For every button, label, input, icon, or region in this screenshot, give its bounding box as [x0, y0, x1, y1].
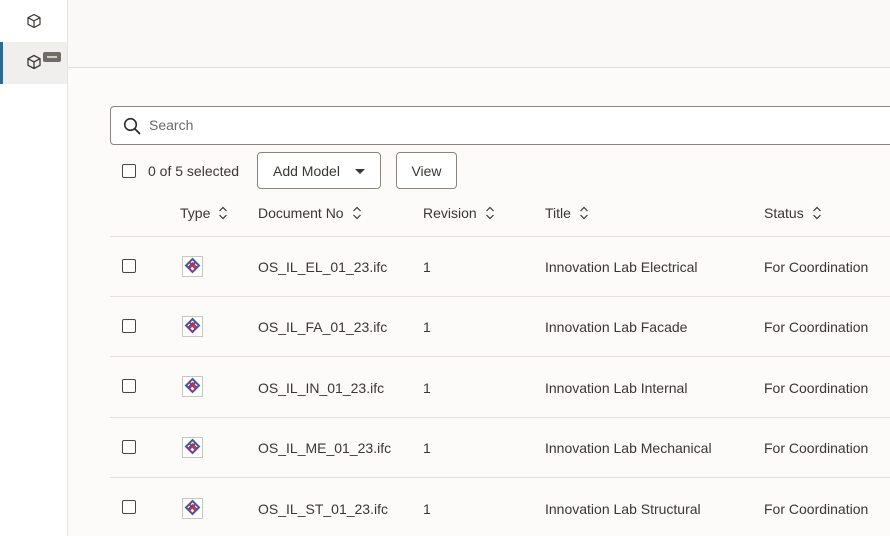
- view-button[interactable]: View: [396, 152, 457, 189]
- row-checkbox[interactable]: [122, 319, 136, 333]
- column-header-label: Title: [545, 205, 571, 221]
- table-row[interactable]: OS_IL_EL_01_23.ifc 1 Innovation Lab Elec…: [110, 237, 890, 297]
- new-badge: [43, 52, 61, 62]
- row-checkbox[interactable]: [122, 259, 136, 273]
- cube-icon: [27, 13, 41, 29]
- revision: 1: [423, 440, 431, 456]
- caret-down-icon: [355, 169, 365, 174]
- status: For Coordination: [764, 259, 869, 275]
- page-header: [68, 0, 890, 68]
- column-header-document-no[interactable]: Document No: [258, 205, 362, 221]
- revision: 1: [423, 501, 431, 517]
- sort-icon: [580, 206, 588, 220]
- ifc-file-icon: [182, 256, 203, 277]
- row-checkbox[interactable]: [122, 500, 136, 514]
- ifc-file-icon: [182, 437, 203, 458]
- row-checkbox[interactable]: [122, 440, 136, 454]
- search-icon: [123, 117, 141, 135]
- row-checkbox[interactable]: [122, 379, 136, 393]
- add-model-button[interactable]: Add Model: [257, 152, 381, 189]
- view-label: View: [411, 162, 442, 179]
- search-input[interactable]: Search: [149, 107, 193, 144]
- rail-item-models-new[interactable]: [0, 42, 67, 84]
- status: For Coordination: [764, 501, 869, 517]
- document-no[interactable]: OS_IL_EL_01_23.ifc: [258, 259, 387, 275]
- sort-icon: [485, 206, 494, 220]
- document-no[interactable]: OS_IL_ST_01_23.ifc: [258, 501, 388, 517]
- column-header-label: Type: [180, 205, 211, 221]
- column-header-revision[interactable]: Revision: [423, 205, 495, 221]
- add-model-label: Add Model: [273, 162, 340, 179]
- document-no[interactable]: OS_IL_IN_01_23.ifc: [258, 380, 384, 396]
- sort-icon: [812, 206, 821, 220]
- column-header-status[interactable]: Status: [764, 205, 822, 221]
- title: Innovation Lab Structural: [545, 501, 701, 517]
- title: Innovation Lab Internal: [545, 380, 688, 396]
- cube-icon: [27, 54, 41, 70]
- column-header-label: Revision: [423, 205, 477, 221]
- title: Innovation Lab Electrical: [545, 259, 698, 275]
- status: For Coordination: [764, 440, 869, 456]
- table-row[interactable]: OS_IL_ME_01_23.ifc 1 Innovation Lab Mech…: [110, 418, 890, 478]
- revision: 1: [423, 259, 431, 275]
- select-all-checkbox[interactable]: [122, 164, 136, 178]
- ifc-file-icon: [182, 316, 203, 337]
- title: Innovation Lab Mechanical: [545, 440, 712, 456]
- revision: 1: [423, 380, 431, 396]
- status: For Coordination: [764, 319, 869, 335]
- document-no[interactable]: OS_IL_FA_01_23.ifc: [258, 319, 387, 335]
- search-box[interactable]: Search: [110, 106, 890, 145]
- nav-rail: [0, 0, 68, 536]
- title: Innovation Lab Facade: [545, 319, 688, 335]
- column-header-title[interactable]: Title: [545, 205, 589, 221]
- table-row[interactable]: OS_IL_FA_01_23.ifc 1 Innovation Lab Faca…: [110, 297, 890, 357]
- document-no[interactable]: OS_IL_ME_01_23.ifc: [258, 440, 391, 456]
- status: For Coordination: [764, 380, 869, 396]
- table-row[interactable]: OS_IL_IN_01_23.ifc 1 Innovation Lab Inte…: [110, 358, 890, 418]
- column-header-type[interactable]: Type: [180, 205, 228, 221]
- revision: 1: [423, 319, 431, 335]
- rail-item-models[interactable]: [0, 0, 67, 42]
- ifc-file-icon: [182, 376, 203, 397]
- table-row[interactable]: OS_IL_ST_01_23.ifc 1 Innovation Lab Stru…: [110, 479, 890, 536]
- sort-icon: [352, 206, 361, 220]
- ifc-file-icon: [182, 498, 203, 519]
- sort-icon: [219, 206, 228, 220]
- column-header-label: Document No: [258, 205, 344, 221]
- column-header-label: Status: [764, 205, 804, 221]
- selection-count: 0 of 5 selected: [148, 163, 240, 179]
